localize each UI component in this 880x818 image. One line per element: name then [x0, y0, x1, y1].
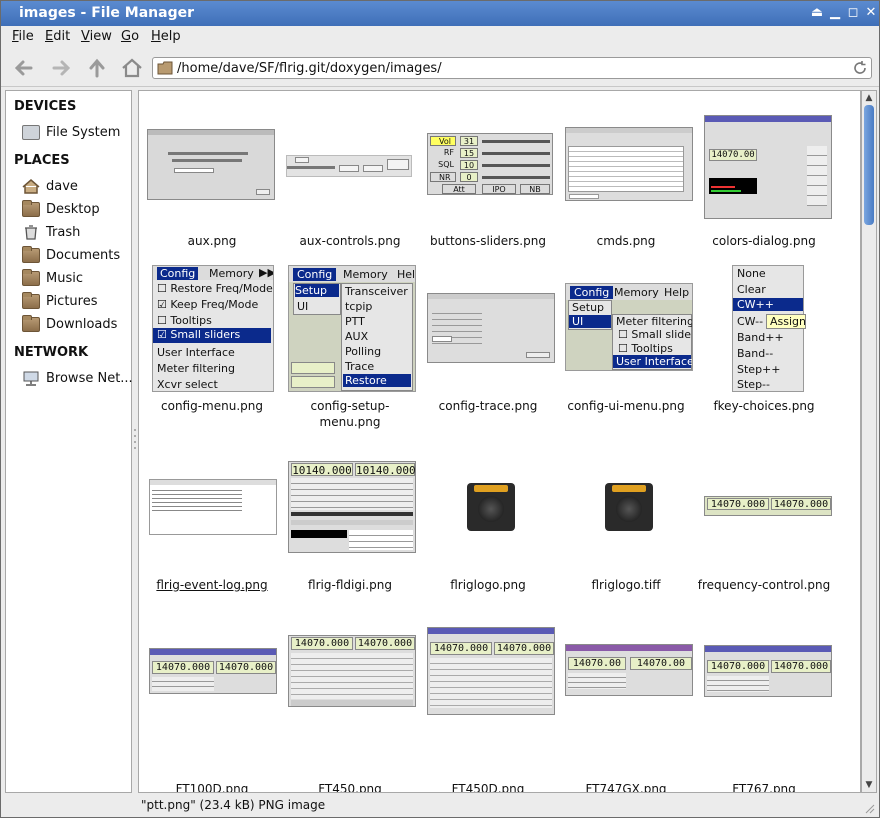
file-thumbnail: 14070.00 14070.00 [558, 639, 694, 779]
file-thumbnail: 14070.00 [696, 101, 832, 241]
devices-header: DEVICES [14, 99, 77, 114]
minimize-button[interactable]: ▁ [827, 5, 843, 21]
file-name: FT100D.png [175, 782, 249, 793]
file-thumbnail [282, 101, 418, 241]
pane-splitter[interactable] [133, 426, 137, 456]
file-name: aux-controls.png [299, 234, 401, 248]
menu-edit[interactable]: Edit [45, 29, 70, 44]
file-name: flriglogo.tiff [591, 578, 661, 592]
file-thumbnail: Config Memory Hel Setup UI Transceiver t… [282, 263, 418, 403]
status-text: "ptt.png" (23.4 kB) PNG image [141, 798, 326, 812]
file-name: config-setup-menu.png [310, 399, 390, 429]
file-thumbnail: Vol 31 RF 15 SQL 10 NR 0 Att IPO NB [420, 101, 556, 241]
menu-go[interactable]: Go [121, 29, 139, 44]
window-title: images - File Manager [19, 5, 194, 21]
file-thumbnail: None Clear CW++ CW-- Band++ Band-- Step+… [696, 263, 832, 403]
menu-help[interactable]: Help [151, 29, 181, 44]
forward-arrow-icon [52, 60, 71, 76]
icon-view[interactable]: aux.png aux-controls.png Vol 31 RF 15 SQ… [138, 90, 861, 793]
file-thumbnail: 14070.000 14070.000 [420, 627, 556, 779]
up-arrow-icon [89, 58, 105, 78]
folder-icon [22, 292, 40, 309]
folder-icon [22, 269, 40, 286]
sidebar-item-downloads[interactable]: Downloads [22, 315, 130, 335]
file-name: flrig-fldigi.png [308, 578, 392, 592]
file-name: fkey-choices.png [713, 399, 815, 413]
file-thumbnail: 14070.000 14070.000 [282, 635, 418, 779]
sidebar-item-trash[interactable]: Trash [22, 223, 130, 243]
back-arrow-icon [14, 60, 33, 76]
file-name: config-trace.png [438, 399, 538, 413]
file-name: FT450.png [318, 782, 382, 793]
title-bar[interactable]: images - File Manager ⏏ ▁ ◻ ✕ [1, 1, 879, 26]
scrollbar-thumb[interactable] [864, 105, 874, 225]
file-name: buttons-sliders.png [430, 234, 546, 248]
file-thumbnail: 14070.000 14070.000 [144, 639, 280, 779]
drive-icon [22, 125, 40, 140]
home-icon [122, 58, 142, 78]
home-icon [22, 179, 40, 194]
file-name: flriglogo.png [450, 578, 526, 592]
menu-bar: File Edit View Go Help [1, 26, 879, 48]
sidebar-item-file-system[interactable]: File System [22, 123, 130, 143]
side-pane: DEVICES File System PLACES dave Desktop … [5, 90, 133, 793]
trash-icon [25, 225, 37, 240]
location-path[interactable]: /home/dave/SF/flrig.git/doxygen/images/ [177, 61, 442, 76]
close-button[interactable]: ✕ [863, 5, 879, 21]
network-header: NETWORK [14, 345, 89, 360]
folder-icon [22, 200, 40, 217]
shade-icon[interactable]: ⏏ [809, 5, 825, 21]
file-name: colors-dialog.png [712, 234, 816, 248]
file-thumbnail [144, 101, 280, 241]
file-manager-window: images - File Manager ⏏ ▁ ◻ ✕ File Edit … [0, 0, 880, 818]
scroll-up-icon[interactable]: ▲ [864, 93, 874, 103]
sidebar-item-desktop[interactable]: Desktop [22, 200, 130, 220]
file-name: cmds.png [596, 234, 656, 248]
file-name: FT747GX.png [585, 782, 667, 793]
back-button[interactable] [11, 56, 37, 80]
file-name: flrig-event-log.png [156, 578, 268, 592]
folder-icon [22, 315, 40, 332]
sidebar-item-dave[interactable]: dave [22, 177, 130, 197]
file-thumbnail [558, 101, 694, 241]
file-thumbnail: Config Memory Help Setup UI Meter filter… [558, 263, 694, 403]
folder-icon [157, 61, 173, 75]
status-bar: "ptt.png" (23.4 kB) PNG image [1, 795, 879, 817]
file-name: FT767.png [732, 782, 796, 793]
location-bar[interactable]: /home/dave/SF/flrig.git/doxygen/images/ [152, 57, 872, 79]
reload-icon [854, 61, 866, 74]
vertical-scrollbar[interactable]: ▲ ▼ [861, 90, 877, 793]
maximize-button[interactable]: ◻ [845, 5, 861, 21]
folder-icon [22, 246, 40, 263]
places-header: PLACES [14, 153, 70, 168]
network-icon [23, 371, 39, 386]
sidebar-item-pictures[interactable]: Pictures [22, 292, 130, 312]
file-thumbnail [420, 263, 556, 403]
up-button[interactable] [84, 56, 110, 80]
file-thumbnail: 14070.000 14070.000 [696, 639, 832, 779]
resize-grip-icon[interactable] [865, 804, 875, 814]
file-thumbnail: Config Memory ▶▶ ☐ Restore Freq/Mode ☑ K… [144, 263, 280, 403]
scroll-down-icon[interactable]: ▼ [864, 780, 874, 790]
tooltip: Assign [766, 314, 806, 329]
file-name: config-menu.png [161, 399, 263, 413]
file-name: config-ui-menu.png [567, 399, 685, 413]
sidebar-item-music[interactable]: Music [22, 269, 130, 289]
menu-file[interactable]: File [12, 29, 34, 44]
home-button[interactable] [119, 56, 145, 80]
file-name: frequency-control.png [697, 578, 831, 592]
file-name: FT450D.png [451, 782, 525, 793]
forward-button[interactable] [48, 56, 74, 80]
sidebar-item-documents[interactable]: Documents [22, 246, 130, 266]
sidebar-item-browse-network[interactable]: Browse Net... [22, 369, 133, 389]
toolbar: /home/dave/SF/flrig.git/doxygen/images/ [1, 49, 879, 87]
file-name: aux.png [187, 234, 237, 248]
menu-view[interactable]: View [81, 29, 112, 44]
